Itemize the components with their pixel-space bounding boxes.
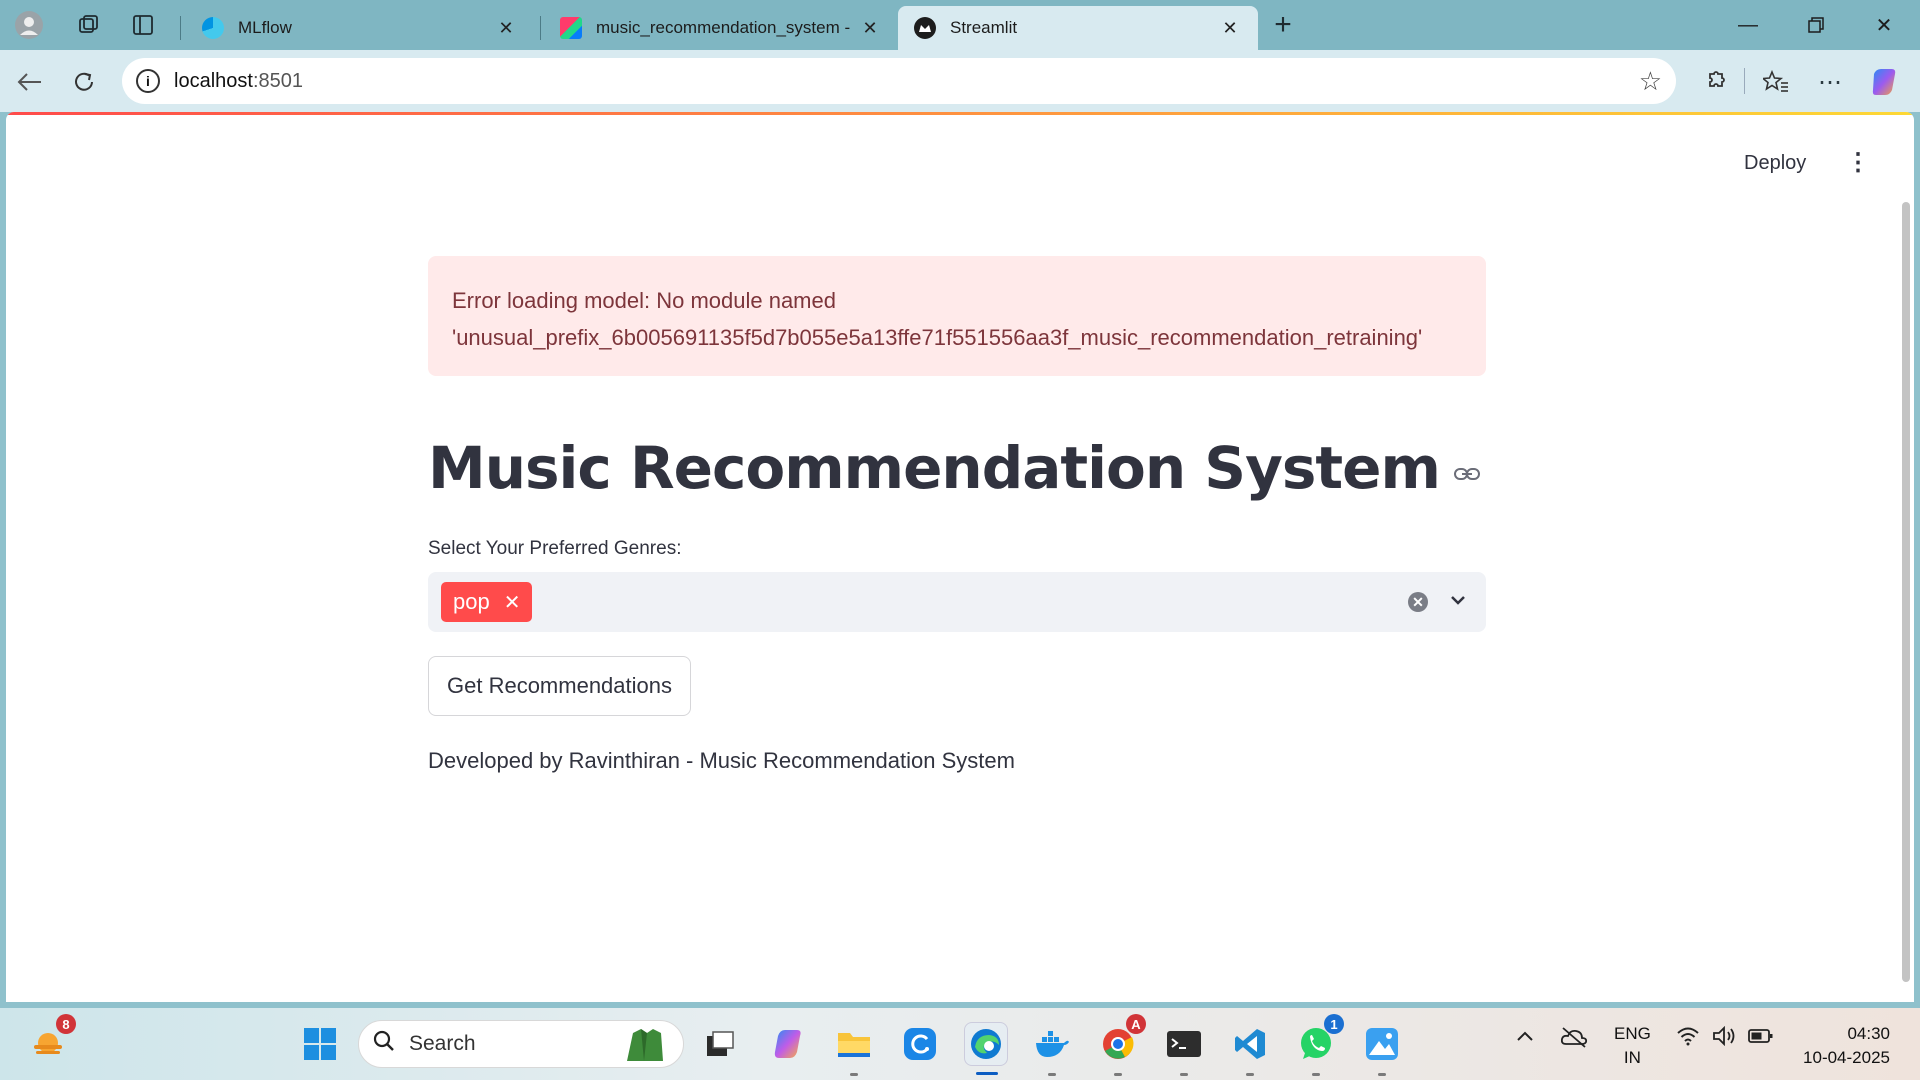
main-menu-icon[interactable]: ⋮ <box>1846 148 1870 177</box>
address-bar[interactable]: i localhost:8501 ☆ <box>122 58 1676 104</box>
file-explorer-icon[interactable] <box>832 1022 876 1076</box>
tab-label: MLflow <box>238 18 292 37</box>
tab-mlflow[interactable]: MLflow ✕ <box>186 6 534 50</box>
close-window-button[interactable]: ✕ <box>1856 8 1912 42</box>
volume-icon[interactable] <box>1712 1025 1738 1051</box>
whatsapp-icon[interactable]: 1 <box>1294 1014 1344 1076</box>
address-host: localhost <box>174 69 253 92</box>
address-port: :8501 <box>252 69 303 92</box>
running-indicator <box>1312 1073 1320 1076</box>
running-indicator <box>850 1073 858 1076</box>
copilot-icon[interactable] <box>1866 64 1902 100</box>
main-content: Error loading model: No module named 'un… <box>428 256 1486 774</box>
genre-select-label: Select Your Preferred Genres: <box>428 538 682 559</box>
error-message-line2: 'unusual_prefix_6b005691135f5d7b055e5a13… <box>452 325 1423 350</box>
get-recommendations-button[interactable]: Get Recommendations <box>428 656 691 716</box>
scrollbar[interactable] <box>1902 202 1910 982</box>
tab-streamlit[interactable]: Streamlit ✕ <box>898 6 1258 50</box>
extensions-icon[interactable] <box>1696 64 1732 100</box>
vscode-icon[interactable] <box>1228 1022 1272 1076</box>
wifi-icon[interactable] <box>1676 1026 1700 1051</box>
minimize-button[interactable]: — <box>1720 8 1776 42</box>
tab-label: music_recommendation_system - <box>596 18 851 37</box>
footer-credit: Developed by Ravinthiran - Music Recomme… <box>428 748 1015 773</box>
show-hidden-icons-chevron-icon[interactable] <box>1516 1026 1534 1047</box>
copilot-app-icon[interactable] <box>766 1022 810 1066</box>
toolbar-divider <box>1744 68 1745 94</box>
windows-taskbar: 8 Search A 1 ENG IN 04:30 10-04-2025 <box>0 1008 1920 1080</box>
favorites-icon[interactable] <box>1758 64 1794 100</box>
running-indicator <box>1378 1073 1386 1076</box>
error-alert: Error loading model: No module named 'un… <box>428 256 1486 376</box>
start-button[interactable] <box>298 1022 342 1066</box>
tab-close-icon[interactable]: ✕ <box>1218 18 1242 39</box>
mlflow-favicon-icon <box>202 17 224 39</box>
weather-widget-icon[interactable]: 8 <box>26 1014 76 1066</box>
vertical-tabs-icon[interactable] <box>126 8 160 42</box>
restore-button[interactable] <box>1788 8 1844 42</box>
quick-assist-icon[interactable] <box>898 1022 942 1066</box>
chip-label: pop <box>453 589 490 614</box>
terminal-icon[interactable] <box>1162 1022 1206 1076</box>
site-info-icon[interactable]: i <box>136 69 160 93</box>
onedrive-offline-icon[interactable] <box>1560 1026 1588 1053</box>
chrome-profile-badge: A <box>1126 1014 1146 1034</box>
weather-badge: 8 <box>56 1014 76 1034</box>
page-title: Music Recommendation System <box>428 434 1441 502</box>
region-label: IN <box>1623 1048 1641 1067</box>
search-placeholder: Search <box>409 1032 476 1055</box>
title-row: Music Recommendation System <box>428 434 1486 502</box>
streamlit-decoration-bar <box>6 112 1914 115</box>
new-tab-button[interactable]: + <box>1266 8 1300 42</box>
deploy-button[interactable]: Deploy <box>1744 152 1806 175</box>
active-indicator <box>976 1072 998 1075</box>
tab-close-icon[interactable]: ✕ <box>858 18 882 39</box>
reload-button[interactable] <box>66 64 102 100</box>
system-clock[interactable]: 04:30 10-04-2025 <box>1803 1022 1890 1070</box>
chip-remove-icon[interactable]: ✕ <box>504 590 521 615</box>
back-button[interactable] <box>12 64 48 100</box>
browser-toolbar: i localhost:8501 ☆ ⋯ <box>0 50 1920 112</box>
tab-separator <box>540 16 541 40</box>
chevron-down-icon[interactable] <box>1450 590 1466 611</box>
profile-avatar-icon[interactable] <box>12 8 46 42</box>
workspaces-icon[interactable] <box>72 8 106 42</box>
running-indicator <box>1048 1073 1056 1076</box>
running-indicator <box>1114 1073 1122 1076</box>
streamlit-favicon-icon <box>914 17 936 39</box>
running-indicator <box>1180 1073 1188 1076</box>
battery-icon[interactable] <box>1748 1026 1774 1051</box>
input-language-indicator[interactable]: ENG IN <box>1614 1022 1651 1070</box>
genre-chip-pop: pop ✕ <box>441 582 533 622</box>
edge-browser-icon[interactable] <box>964 1022 1008 1075</box>
tab-label: Streamlit <box>950 18 1018 37</box>
tab-close-icon[interactable]: ✕ <box>494 18 518 39</box>
taskbar-search-input[interactable]: Search <box>358 1020 684 1068</box>
tab-music-recommendation-system[interactable]: music_recommendation_system - ✕ <box>544 6 898 50</box>
running-indicator <box>1246 1073 1254 1076</box>
anchor-link-icon[interactable] <box>1453 466 1480 482</box>
docker-icon[interactable] <box>1030 1022 1074 1076</box>
tab-separator <box>180 16 181 40</box>
clear-all-icon[interactable]: ✕ <box>1408 592 1428 612</box>
pycharm-favicon-icon <box>560 17 582 39</box>
favorite-star-icon[interactable]: ☆ <box>1639 66 1662 97</box>
language-label: ENG <box>1614 1024 1651 1043</box>
search-highlight-icon <box>623 1027 665 1067</box>
more-options-icon[interactable]: ⋯ <box>1812 64 1848 100</box>
whatsapp-badge: 1 <box>1324 1014 1344 1034</box>
search-icon <box>373 1030 395 1058</box>
error-message-line1: Error loading model: No module named <box>452 288 836 313</box>
chrome-icon[interactable]: A <box>1096 1014 1146 1076</box>
browser-tab-strip: MLflow ✕ music_recommendation_system - ✕… <box>0 0 1920 50</box>
task-view-icon[interactable] <box>698 1022 742 1066</box>
page-viewport: Deploy ⋮ Error loading model: No module … <box>6 112 1914 1002</box>
genre-multiselect[interactable]: pop ✕ ✕ <box>428 572 1486 632</box>
clock-date: 10-04-2025 <box>1803 1048 1890 1067</box>
photos-icon[interactable] <box>1360 1022 1404 1076</box>
clock-time: 04:30 <box>1847 1024 1890 1043</box>
